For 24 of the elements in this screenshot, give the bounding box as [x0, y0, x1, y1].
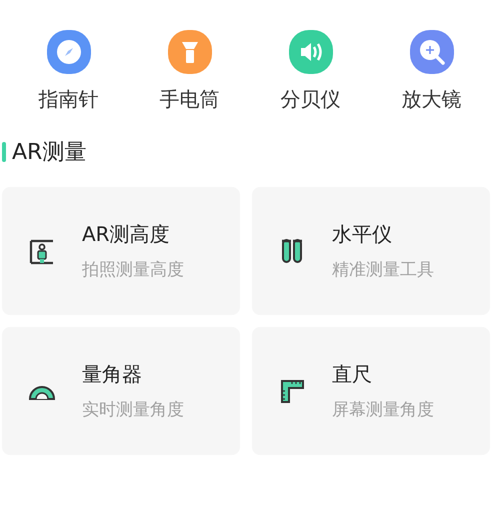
flashlight-icon[interactable] [168, 30, 212, 74]
magnifier-icon[interactable] [410, 30, 454, 74]
card-subtitle: 拍照测量高度 [82, 259, 184, 281]
speaker-icon[interactable] [288, 30, 332, 74]
tool-label: 分贝仪 [280, 86, 340, 113]
card-subtitle: 精准测量工具 [332, 259, 434, 281]
card-subtitle: 实时测量角度 [82, 399, 184, 421]
tool-card[interactable]: 量角器 实时测量角度 [2, 327, 240, 455]
card-title: 直尺 [332, 361, 373, 388]
card-subtitle: 屏幕测量角度 [332, 399, 434, 421]
ruler-icon [278, 377, 306, 405]
card-title: 量角器 [82, 361, 143, 388]
tool-card[interactable]: 水平仪 精准测量工具 [252, 187, 490, 315]
tool-label: 放大镜 [402, 86, 462, 113]
tool-label: 指南针 [38, 86, 98, 113]
section-title: AR测量 [12, 139, 86, 167]
card-title: AR测高度 [82, 221, 171, 248]
section-marker [2, 142, 6, 162]
tool-label: 手电筒 [160, 86, 220, 113]
compass-icon[interactable] [46, 30, 90, 74]
tool-card[interactable]: 直尺 屏幕测量角度 [252, 327, 490, 455]
height-icon [28, 237, 56, 265]
tool-card[interactable]: AR测高度 拍照测量高度 [2, 187, 240, 315]
card-title: 水平仪 [332, 221, 393, 248]
